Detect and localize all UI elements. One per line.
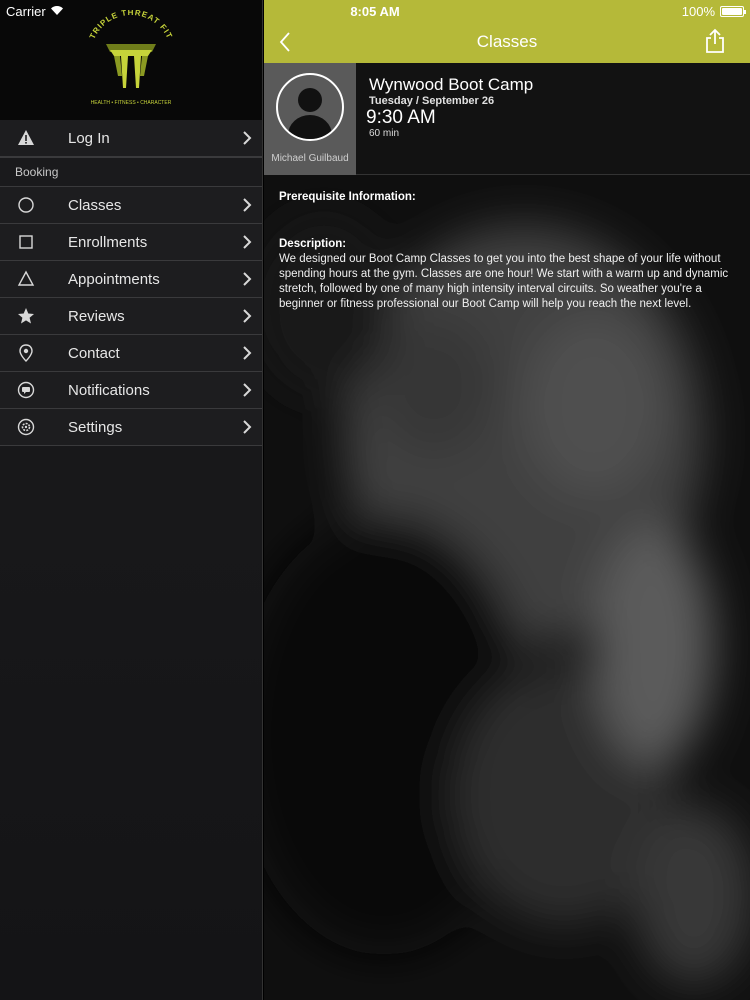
gear-icon [0,418,68,436]
chevron-right-icon [232,346,262,360]
class-duration: 60 min [369,128,400,139]
svg-text:HEALTH • FITNESS • CHARACTER: HEALTH • FITNESS • CHARACTER [91,100,172,106]
class-date: Tuesday / September 26 [369,95,495,107]
chevron-right-icon [232,235,262,249]
sidebar-item-label: Settings [68,418,123,436]
page-title: Classes [476,32,538,51]
chevron-right-icon [232,272,262,286]
sidebar-item-label: Notifications [68,381,150,399]
sidebar-item-enrollments[interactable]: Enrollments [0,224,262,261]
sidebar-item-reviews[interactable]: Reviews [0,298,262,335]
battery-percent: 100% [681,4,715,19]
triangle-icon [0,270,68,288]
warning-icon [0,129,68,147]
section-header-booking: Booking [0,157,262,187]
sidebar-item-appointments[interactable]: Appointments [0,261,262,298]
sidebar-item-notifications[interactable]: Notifications [0,372,262,409]
sidebar-item-classes[interactable]: Classes [0,187,262,224]
star-icon [0,307,68,325]
chevron-right-icon [232,309,262,323]
sidebar-item-label: Classes [68,196,122,214]
chevron-right-icon [232,198,262,212]
class-summary: Michael Guilbaud Wynwood Boot Camp Tuesd… [264,63,750,175]
avatar [276,73,344,141]
brand-logo: TRIPLE THREAT FIT HEALTH • FITNESS • CHA… [88,10,174,106]
square-icon [0,233,68,251]
sidebar-item-login[interactable]: Log In [0,120,262,157]
sidebar-item-label: Contact [68,344,120,362]
class-details: Prerequisite Information: Description: W… [279,190,737,312]
description-text: We designed our Boot Camp Classes to get… [279,253,729,310]
circle-icon [0,196,68,214]
sidebar-item-label: Reviews [68,307,125,325]
instructor-card[interactable]: Michael Guilbaud [264,63,356,175]
sidebar-item-label: Log In [68,129,110,147]
chevron-right-icon [232,383,262,397]
sidebar-item-label: Enrollments [68,233,148,251]
class-detail-panel: Classes Michael Guilbaud Wynwood Boot Ca… [264,0,750,1000]
share-icon[interactable] [704,28,726,54]
chevron-right-icon [232,131,262,145]
chevron-right-icon [232,420,262,434]
sidebar-item-contact[interactable]: Contact [0,335,262,372]
sidebar-item-label: Appointments [68,270,160,288]
status-bar: Carrier 8:05 AM 100% [0,0,750,22]
sidebar-item-settings[interactable]: Settings [0,409,262,446]
clock: 8:05 AM [350,4,400,19]
message-icon [0,381,68,399]
side-menu: TRIPLE THREAT FIT HEALTH • FITNESS • CHA… [0,0,263,1000]
class-time: 9:30 AM [366,107,436,128]
battery-status: 100% [681,4,746,19]
prerequisite-heading: Prerequisite Information: [279,191,416,203]
location-pin-icon [0,344,68,362]
battery-icon [720,6,746,17]
instructor-name: Michael Guilbaud [271,153,349,164]
description-heading: Description: [279,238,347,250]
class-name: Wynwood Boot Camp [369,75,534,94]
